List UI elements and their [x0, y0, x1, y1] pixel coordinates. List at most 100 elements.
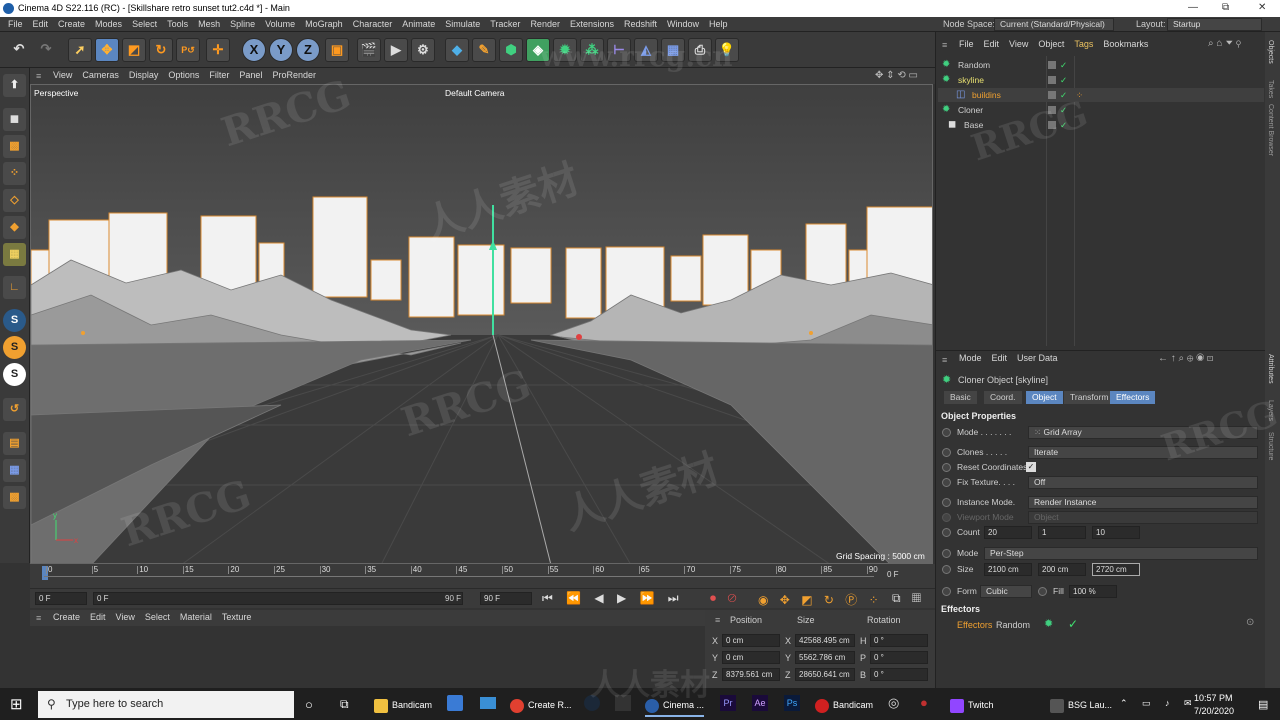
object-menu-view[interactable]: View — [1004, 37, 1033, 52]
coord-size-field[interactable]: 42568.495 cm — [795, 634, 855, 647]
move-tool-icon[interactable]: ✥ — [95, 38, 119, 62]
menu-redshift[interactable]: Redshift — [619, 17, 662, 32]
mograph-cloner-icon[interactable]: ✹ — [553, 38, 577, 62]
obs-icon[interactable]: ◎ — [888, 695, 899, 711]
light-icon[interactable]: 💡 — [715, 38, 739, 62]
enabled-check-icon[interactable]: ✓ — [1060, 118, 1067, 132]
form-select[interactable]: Cubic — [980, 585, 1032, 598]
size-z-field[interactable]: 2720 cm — [1092, 563, 1140, 576]
tab-transform[interactable]: Transform — [1064, 391, 1115, 404]
record-keys-icons[interactable]: ⏺ ⊘ — [710, 591, 741, 606]
visibility-toggle-icon[interactable] — [1048, 106, 1056, 114]
coordinate-system-icon[interactable]: ▣ — [325, 38, 349, 62]
count-z-field[interactable]: 10 — [1092, 526, 1140, 539]
taskbar-bandicam-folder[interactable]: Bandicam — [374, 693, 432, 717]
material-menu-texture[interactable]: Texture — [217, 610, 257, 625]
model-mode-icon[interactable]: ◼ — [3, 108, 26, 131]
viewport-menu-cameras[interactable]: Cameras — [77, 68, 124, 83]
texture-mode-icon[interactable]: ▩ — [3, 135, 26, 158]
recent-tools-icon[interactable]: P↺ — [176, 38, 200, 62]
menu-modes[interactable]: Modes — [90, 17, 127, 32]
points-mode-icon[interactable]: ⁘ — [3, 162, 26, 185]
effector-list-item[interactable]: Random ✹ ✓ — [996, 617, 1246, 633]
coord-rotation-field[interactable]: 0 ° — [870, 651, 928, 664]
steam-icon[interactable] — [584, 695, 600, 711]
viewport-camera-label[interactable]: Default Camera — [445, 88, 505, 98]
redo-icon[interactable]: ↷ — [34, 38, 58, 62]
material-menu-select[interactable]: Select — [140, 610, 175, 625]
viewport-menu-display[interactable]: Display — [124, 68, 164, 83]
minimize-button[interactable]: — — [1188, 2, 1198, 13]
tag-icon[interactable]: ⁘ — [1076, 88, 1083, 102]
tab-effectors[interactable]: Effectors — [1110, 391, 1156, 404]
clones-select[interactable]: Iterate — [1028, 446, 1258, 459]
object-row-base[interactable]: ◼ Base ✓ — [938, 118, 1264, 132]
perspective-viewport[interactable]: y x Perspective Default Camera Grid Spac… — [30, 84, 933, 564]
grid-icon[interactable]: ▦ — [3, 459, 26, 482]
menu-edit[interactable]: Edit — [28, 17, 54, 32]
object-manager-tool-icons[interactable]: ⌕ ⌂ ⏷ ⚲ — [1208, 38, 1241, 49]
menu-select[interactable]: Select — [127, 17, 162, 32]
menu-simulate[interactable]: Simulate — [440, 17, 485, 32]
object-row-random[interactable]: ✹ Random ✓ — [938, 58, 1264, 72]
playback-controls[interactable]: ⏮ ⏪ ◀ ▶ ⏩ ⏭ — [542, 591, 684, 606]
coord-position-field[interactable]: 8379.561 cm — [722, 668, 780, 681]
material-menu-view[interactable]: View — [111, 610, 140, 625]
z-axis-lock-icon[interactable]: Z — [296, 38, 320, 62]
side-tab-takes[interactable]: Takes — [1267, 80, 1274, 98]
taskbar-search-input[interactable]: ⚲ Type here to search — [38, 691, 294, 718]
system-tray-icons[interactable]: ⌃ ▭ ♪ ✉ — [1120, 698, 1198, 709]
object-row-cloner[interactable]: ✹ Cloner ✓ — [938, 103, 1264, 117]
coord-rotation-field[interactable]: 0 ° — [870, 634, 928, 647]
render-picture-viewer-icon[interactable]: ▶ — [384, 38, 408, 62]
after-effects-icon[interactable]: Ae — [752, 695, 768, 711]
object-row-skyline[interactable]: ✹ skyline ✓ — [938, 73, 1264, 87]
mode2-anim-dot[interactable] — [942, 549, 951, 558]
visibility-toggle-icon[interactable] — [1048, 76, 1056, 84]
cortana-icon[interactable]: ○ — [305, 697, 313, 712]
coord-rotation-field[interactable]: 0 ° — [870, 668, 928, 681]
cube-icon[interactable]: ◆ — [445, 38, 469, 62]
viewport-menu-prorender[interactable]: ProRender — [267, 68, 321, 83]
side-tab-layers[interactable]: Layers — [1267, 400, 1274, 421]
size-x-field[interactable]: 2100 cm — [984, 563, 1032, 576]
enabled-check-icon[interactable]: ✓ — [1060, 58, 1067, 72]
pen-spline-icon[interactable]: ✎ — [472, 38, 496, 62]
visibility-toggle-icon[interactable] — [1048, 121, 1056, 129]
menu-tracker[interactable]: Tracker — [485, 17, 525, 32]
menu-help[interactable]: Help — [704, 17, 733, 32]
object-menu-tags[interactable]: Tags — [1069, 37, 1098, 52]
attribute-menu-mode[interactable]: Mode — [954, 351, 987, 366]
menu-extensions[interactable]: Extensions — [565, 17, 619, 32]
menu-spline[interactable]: Spline — [225, 17, 260, 32]
material-menu-material[interactable]: Material — [175, 610, 217, 625]
scene-icon[interactable]: ⊢ — [607, 38, 631, 62]
count-y-field[interactable]: 1 — [1038, 526, 1086, 539]
rotate-tool-icon[interactable]: ↻ — [149, 38, 173, 62]
polygons-mode-icon[interactable]: ◆ — [3, 216, 26, 239]
workplane-snap-icon[interactable]: S — [3, 363, 26, 386]
reset-coordinates-checkbox[interactable]: ✓ — [1026, 462, 1036, 472]
side-tab-content-browser[interactable]: Content Browser — [1267, 104, 1274, 156]
start-frame-field[interactable]: 0 F — [35, 592, 87, 605]
maximize-button[interactable]: ⧉ — [1222, 2, 1229, 13]
fix-anim-dot[interactable] — [942, 478, 951, 487]
tab-object[interactable]: Object — [1026, 391, 1063, 404]
app-icon[interactable]: ● — [920, 695, 928, 710]
fill-field[interactable]: 100 % — [1069, 585, 1117, 598]
enabled-check-icon[interactable]: ✓ — [1060, 73, 1067, 87]
windows-start-icon[interactable]: ⊞ — [10, 695, 23, 713]
clones-anim-dot[interactable] — [942, 448, 951, 457]
form-anim-dot[interactable] — [942, 587, 951, 596]
fix-texture-select[interactable]: Off — [1028, 476, 1258, 489]
reset-anim-dot[interactable] — [942, 463, 951, 472]
timeline-ruler[interactable]: 0 5 10 15 20 25 30 35 40 45 50 55 60 65 70 75 80 85 90 0 F — [30, 564, 935, 588]
menu-character[interactable]: Character — [348, 17, 398, 32]
enabled-check-icon[interactable]: ✓ — [1060, 103, 1067, 117]
mode2-select[interactable]: Per-Step — [984, 547, 1258, 560]
menu-tools[interactable]: Tools — [162, 17, 193, 32]
tab-basic[interactable]: Basic — [944, 391, 977, 404]
fields-icon[interactable]: ⁂ — [580, 38, 604, 62]
lock-workplane-icon[interactable]: ▩ — [3, 486, 26, 509]
count-x-field[interactable]: 20 — [984, 526, 1032, 539]
